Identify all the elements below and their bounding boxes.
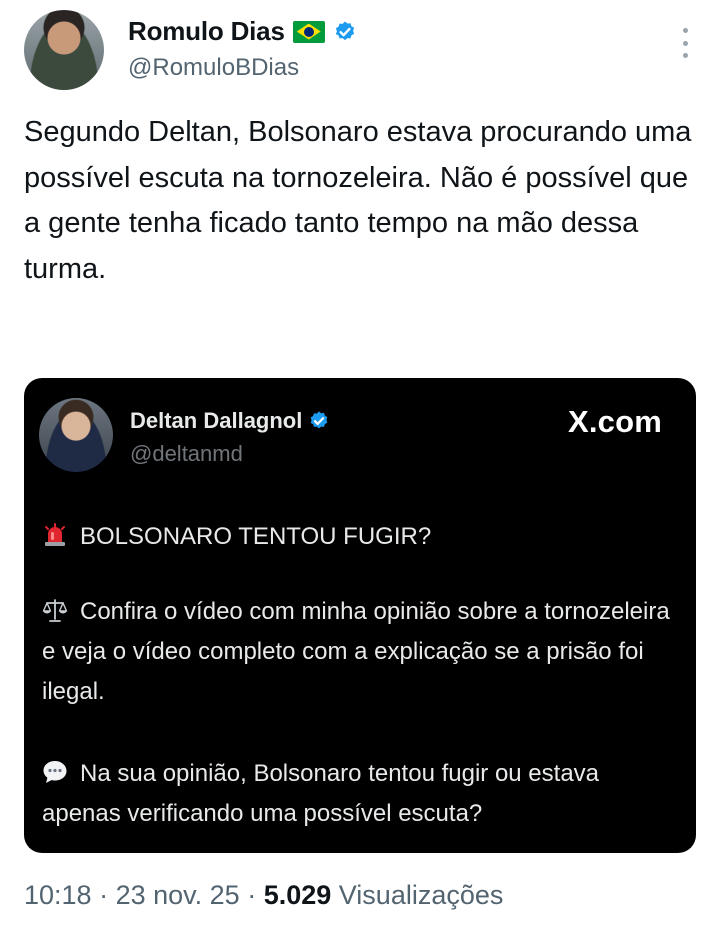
author-name-row[interactable]: Romulo Dias — [128, 16, 357, 47]
tweet: Romulo Dias @RomuloBDias Segundo Deltan,… — [0, 0, 719, 932]
verified-icon — [311, 411, 328, 429]
quoted-author-name-row[interactable]: Deltan Dallagnol — [130, 408, 330, 434]
scales-icon — [42, 599, 68, 622]
author-name[interactable]: Romulo Dias — [128, 16, 285, 47]
quoted-paragraph-2-text: Confira o vídeo com minha opinião sobre … — [42, 598, 670, 705]
views-count: 5.029 — [263, 880, 332, 910]
source-label: X.com — [567, 404, 662, 439]
tweet-date[interactable]: 23 nov. 25 — [116, 880, 240, 910]
author-avatar[interactable] — [24, 10, 104, 90]
quoted-author-handle: @deltanmd — [130, 441, 243, 466]
tweet-text: Segundo Deltan, Bolsonaro estava procura… — [24, 116, 692, 285]
meta-separator: · — [91, 880, 116, 910]
tweet-meta: 10:18 · 23 nov. 25 · 5.029 Visualizações — [24, 880, 503, 911]
meta-separator: · — [239, 880, 264, 910]
verified-icon — [335, 21, 354, 40]
author-handle[interactable]: @RomuloBDias — [128, 54, 299, 82]
more-icon[interactable] — [681, 28, 689, 58]
quoted-author-avatar[interactable] — [39, 398, 113, 472]
quoted-paragraph-3: Na sua opinião, Bolsonaro tentou fugir o… — [42, 754, 682, 834]
views-label: Visualizações — [338, 880, 504, 910]
quoted-paragraph-1-text: BOLSONARO TENTOU FUGIR? — [80, 523, 432, 550]
brazil-flag-icon — [292, 20, 325, 43]
siren-icon — [45, 523, 65, 546]
speech-bubble-icon — [43, 761, 67, 783]
quoted-paragraph-3-text: Na sua opinião, Bolsonaro tentou fugir o… — [42, 760, 600, 827]
quoted-paragraph-2: Confira o vídeo com minha opinião sobre … — [42, 592, 682, 712]
quoted-post-card[interactable]: Deltan Dallagnol @deltanmd X.com BOLSONA… — [24, 378, 696, 853]
quoted-author-name[interactable]: Deltan Dallagnol — [130, 408, 302, 434]
quoted-paragraph-1: BOLSONARO TENTOU FUGIR? — [42, 517, 682, 557]
tweet-time[interactable]: 10:18 — [24, 880, 92, 910]
